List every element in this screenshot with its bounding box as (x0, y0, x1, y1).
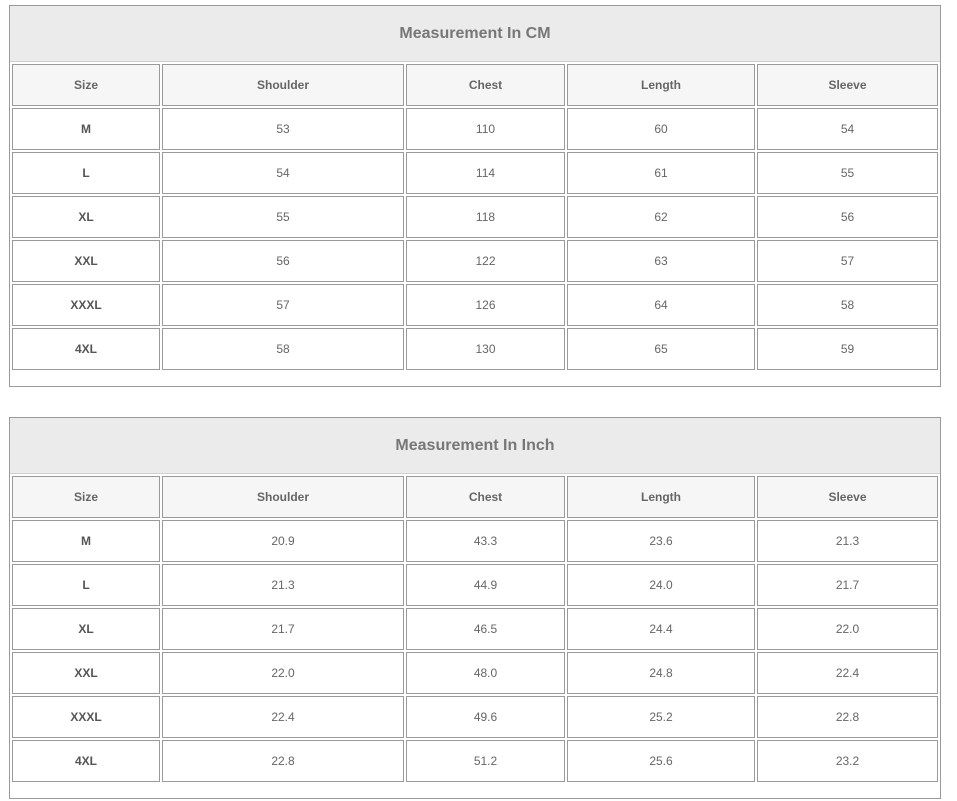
sleeve-cell: 21.7 (757, 564, 938, 606)
size-cell: L (12, 564, 160, 606)
shoulder-cell: 22.0 (162, 652, 404, 694)
size-cell: XXL (12, 240, 160, 282)
table-row: XXXL 57 126 64 58 (12, 284, 938, 326)
chest-cell: 51.2 (406, 740, 565, 782)
length-cell: 24.4 (567, 608, 755, 650)
chest-cell: 46.5 (406, 608, 565, 650)
chest-cell: 114 (406, 152, 565, 194)
size-cell: 4XL (12, 740, 160, 782)
size-chart-cm: Measurement In CM Size Shoulder Chest Le… (9, 5, 941, 387)
shoulder-cell: 57 (162, 284, 404, 326)
measurement-table-inch: Size Shoulder Chest Length Sleeve M 20.9… (10, 474, 940, 784)
chest-cell: 49.6 (406, 696, 565, 738)
sleeve-cell: 55 (757, 152, 938, 194)
header-row: Size Shoulder Chest Length Sleeve (12, 476, 938, 518)
sleeve-cell: 59 (757, 328, 938, 370)
shoulder-cell: 58 (162, 328, 404, 370)
table-row: XL 21.7 46.5 24.4 22.0 (12, 608, 938, 650)
size-cell: M (12, 108, 160, 150)
length-cell: 60 (567, 108, 755, 150)
header-size: Size (12, 476, 160, 518)
header-chest: Chest (406, 64, 565, 106)
sleeve-cell: 58 (757, 284, 938, 326)
header-shoulder: Shoulder (162, 476, 404, 518)
table-row: XL 55 118 62 56 (12, 196, 938, 238)
sleeve-cell: 57 (757, 240, 938, 282)
header-shoulder: Shoulder (162, 64, 404, 106)
table-row: 4XL 58 130 65 59 (12, 328, 938, 370)
table-title-inch: Measurement In Inch (10, 418, 940, 474)
header-row: Size Shoulder Chest Length Sleeve (12, 64, 938, 106)
shoulder-cell: 54 (162, 152, 404, 194)
chest-cell: 118 (406, 196, 565, 238)
length-cell: 25.2 (567, 696, 755, 738)
table-row: M 53 110 60 54 (12, 108, 938, 150)
size-cell: L (12, 152, 160, 194)
sleeve-cell: 22.4 (757, 652, 938, 694)
chest-cell: 122 (406, 240, 565, 282)
shoulder-cell: 21.3 (162, 564, 404, 606)
measurement-table-cm: Size Shoulder Chest Length Sleeve M 53 1… (10, 62, 940, 372)
sleeve-cell: 21.3 (757, 520, 938, 562)
length-cell: 63 (567, 240, 755, 282)
sleeve-cell: 23.2 (757, 740, 938, 782)
header-chest: Chest (406, 476, 565, 518)
table-row: L 21.3 44.9 24.0 21.7 (12, 564, 938, 606)
length-cell: 25.6 (567, 740, 755, 782)
chest-cell: 43.3 (406, 520, 565, 562)
shoulder-cell: 20.9 (162, 520, 404, 562)
header-size: Size (12, 64, 160, 106)
sleeve-cell: 54 (757, 108, 938, 150)
table-row: XXXL 22.4 49.6 25.2 22.8 (12, 696, 938, 738)
table-row: L 54 114 61 55 (12, 152, 938, 194)
sleeve-cell: 22.8 (757, 696, 938, 738)
length-cell: 61 (567, 152, 755, 194)
size-cell: XXL (12, 652, 160, 694)
sleeve-cell: 22.0 (757, 608, 938, 650)
length-cell: 24.0 (567, 564, 755, 606)
chest-cell: 48.0 (406, 652, 565, 694)
length-cell: 64 (567, 284, 755, 326)
size-cell: XL (12, 196, 160, 238)
size-cell: M (12, 520, 160, 562)
header-sleeve: Sleeve (757, 476, 938, 518)
length-cell: 24.8 (567, 652, 755, 694)
chest-cell: 126 (406, 284, 565, 326)
header-length: Length (567, 64, 755, 106)
length-cell: 23.6 (567, 520, 755, 562)
chest-cell: 44.9 (406, 564, 565, 606)
length-cell: 65 (567, 328, 755, 370)
table-row: XXL 22.0 48.0 24.8 22.4 (12, 652, 938, 694)
length-cell: 62 (567, 196, 755, 238)
size-chart-inch: Measurement In Inch Size Shoulder Chest … (9, 417, 941, 799)
shoulder-cell: 21.7 (162, 608, 404, 650)
sleeve-cell: 56 (757, 196, 938, 238)
chest-cell: 130 (406, 328, 565, 370)
table-row: 4XL 22.8 51.2 25.6 23.2 (12, 740, 938, 782)
header-length: Length (567, 476, 755, 518)
shoulder-cell: 22.4 (162, 696, 404, 738)
size-cell: XL (12, 608, 160, 650)
size-cell: XXXL (12, 284, 160, 326)
shoulder-cell: 55 (162, 196, 404, 238)
shoulder-cell: 56 (162, 240, 404, 282)
size-cell: 4XL (12, 328, 160, 370)
chest-cell: 110 (406, 108, 565, 150)
size-cell: XXXL (12, 696, 160, 738)
header-sleeve: Sleeve (757, 64, 938, 106)
table-title-cm: Measurement In CM (10, 6, 940, 62)
table-row: M 20.9 43.3 23.6 21.3 (12, 520, 938, 562)
table-row: XXL 56 122 63 57 (12, 240, 938, 282)
shoulder-cell: 53 (162, 108, 404, 150)
shoulder-cell: 22.8 (162, 740, 404, 782)
